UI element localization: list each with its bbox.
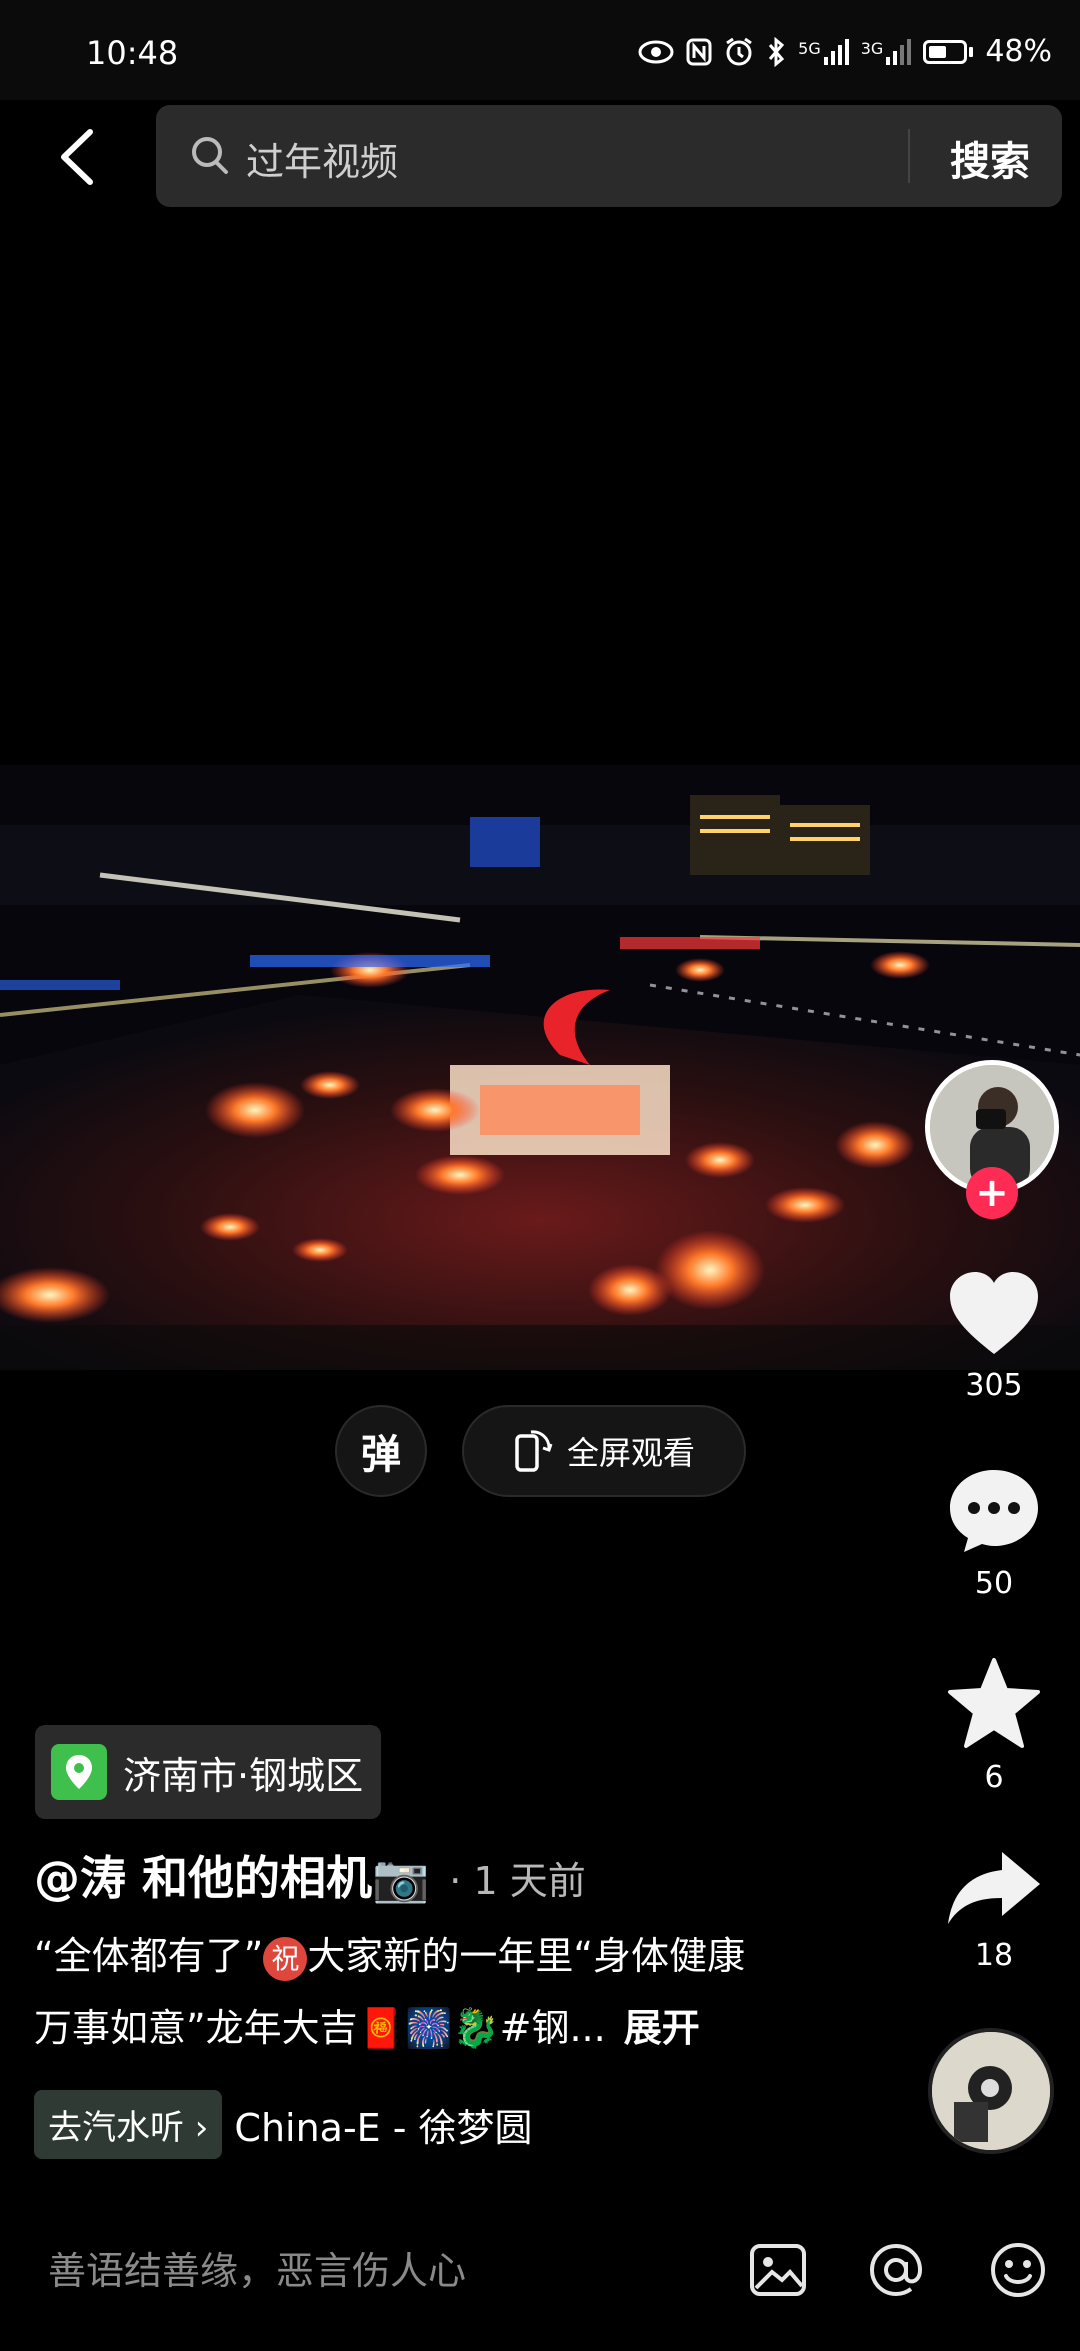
search-input[interactable]: 过年视频 — [246, 131, 398, 186]
net2-label: 3G — [860, 38, 884, 58]
status-icons: 5G 3G 48% — [638, 34, 1052, 69]
signal-3g-icon: 3G — [860, 38, 912, 65]
alarm-icon — [726, 37, 752, 65]
desc-line-1a: “全体都有了” — [34, 1934, 264, 1978]
author-line: @涛 和他的相机📷 · 1 天前 — [34, 1842, 586, 1908]
open-qishui-button[interactable]: 去汽水听 › — [34, 2090, 223, 2159]
share-count: 18 — [974, 1938, 1014, 1973]
desc-line-1: “全体都有了” 祝大家新的一年里“身体健康 — [34, 1920, 894, 1992]
danmu-label: 弹 — [361, 1432, 401, 1478]
search-bar[interactable]: 过年视频 搜索 — [156, 105, 1062, 207]
expand-button[interactable]: 展开 — [624, 2006, 700, 2050]
mention-at-icon[interactable] — [866, 2240, 926, 2300]
battery-icon — [923, 39, 974, 64]
bluetooth-icon — [769, 36, 785, 67]
follow-plus-button[interactable]: + — [966, 1167, 1018, 1219]
location-label: 济南市·钢城区 — [123, 1753, 364, 1798]
zhu-badge: 祝 — [263, 1936, 308, 1981]
like-count: 305 — [965, 1368, 1023, 1403]
desc-line-1b: 大家新的一年里“身体健康 — [307, 1934, 746, 1978]
battery-percent: 48% — [985, 34, 1052, 69]
music-disc[interactable] — [928, 2028, 1054, 2154]
comment-action[interactable]: 50 — [930, 1466, 1058, 1601]
desc-line-2-text: 万事如意”龙年大吉🧧🎆🐉#钢... — [34, 2006, 606, 2050]
location-tag[interactable]: 济南市·钢城区 — [35, 1725, 382, 1819]
share-action[interactable]: 18 — [930, 1848, 1058, 1973]
fullscreen-button[interactable]: 全屏观看 — [462, 1405, 746, 1497]
comment-input[interactable]: 善语结善缘，恶言伤人心 — [48, 2240, 466, 2295]
net1-label: 5G — [798, 38, 821, 58]
music-cover-image — [932, 2032, 1050, 2150]
music-row[interactable]: 去汽水听 › China-E - 徐梦圆 — [34, 2090, 533, 2159]
comment-count: 50 — [974, 1566, 1014, 1601]
desc-line-2: 万事如意”龙年大吉🧧🎆🐉#钢... 展开 — [34, 1992, 894, 2064]
post-time: · 1 天前 — [449, 1859, 586, 1903]
image-icon[interactable] — [748, 2240, 808, 2300]
status-time: 10:48 — [86, 34, 179, 72]
eye-icon — [638, 40, 674, 63]
search-divider — [908, 129, 910, 183]
location-pin-icon — [51, 1744, 107, 1800]
emoji-icon[interactable] — [988, 2240, 1048, 2300]
favorite-count: 6 — [984, 1760, 1004, 1795]
like-action[interactable]: 305 — [930, 1270, 1058, 1403]
back-chevron-icon[interactable] — [52, 122, 102, 192]
music-title: China-E - 徐梦圆 — [234, 2106, 533, 2150]
favorite-action[interactable]: 6 — [930, 1656, 1058, 1795]
author-name[interactable]: @涛 和他的相机📷 — [34, 1842, 429, 1908]
heart-icon[interactable] — [946, 1270, 1042, 1358]
video-player[interactable] — [0, 765, 1080, 1370]
status-bar: 10:48 5G 3G 48% — [0, 0, 1080, 100]
share-arrow-icon[interactable] — [944, 1848, 1044, 1928]
fullscreen-label: 全屏观看 — [566, 1434, 695, 1472]
star-icon[interactable] — [946, 1656, 1042, 1750]
comment-bubble-icon[interactable] — [946, 1466, 1042, 1556]
nfc-icon — [686, 38, 712, 65]
rotate-phone-icon — [515, 1430, 553, 1472]
search-icon — [192, 137, 228, 174]
video-frame-image — [0, 765, 1080, 1370]
danmu-toggle-button[interactable]: 弹 — [335, 1405, 427, 1497]
search-button[interactable]: 搜索 — [950, 129, 1030, 187]
signal-5g-icon: 5G — [798, 38, 849, 65]
post-description: “全体都有了” 祝大家新的一年里“身体健康 万事如意”龙年大吉🧧🎆🐉#钢... 展开 — [34, 1920, 894, 2064]
